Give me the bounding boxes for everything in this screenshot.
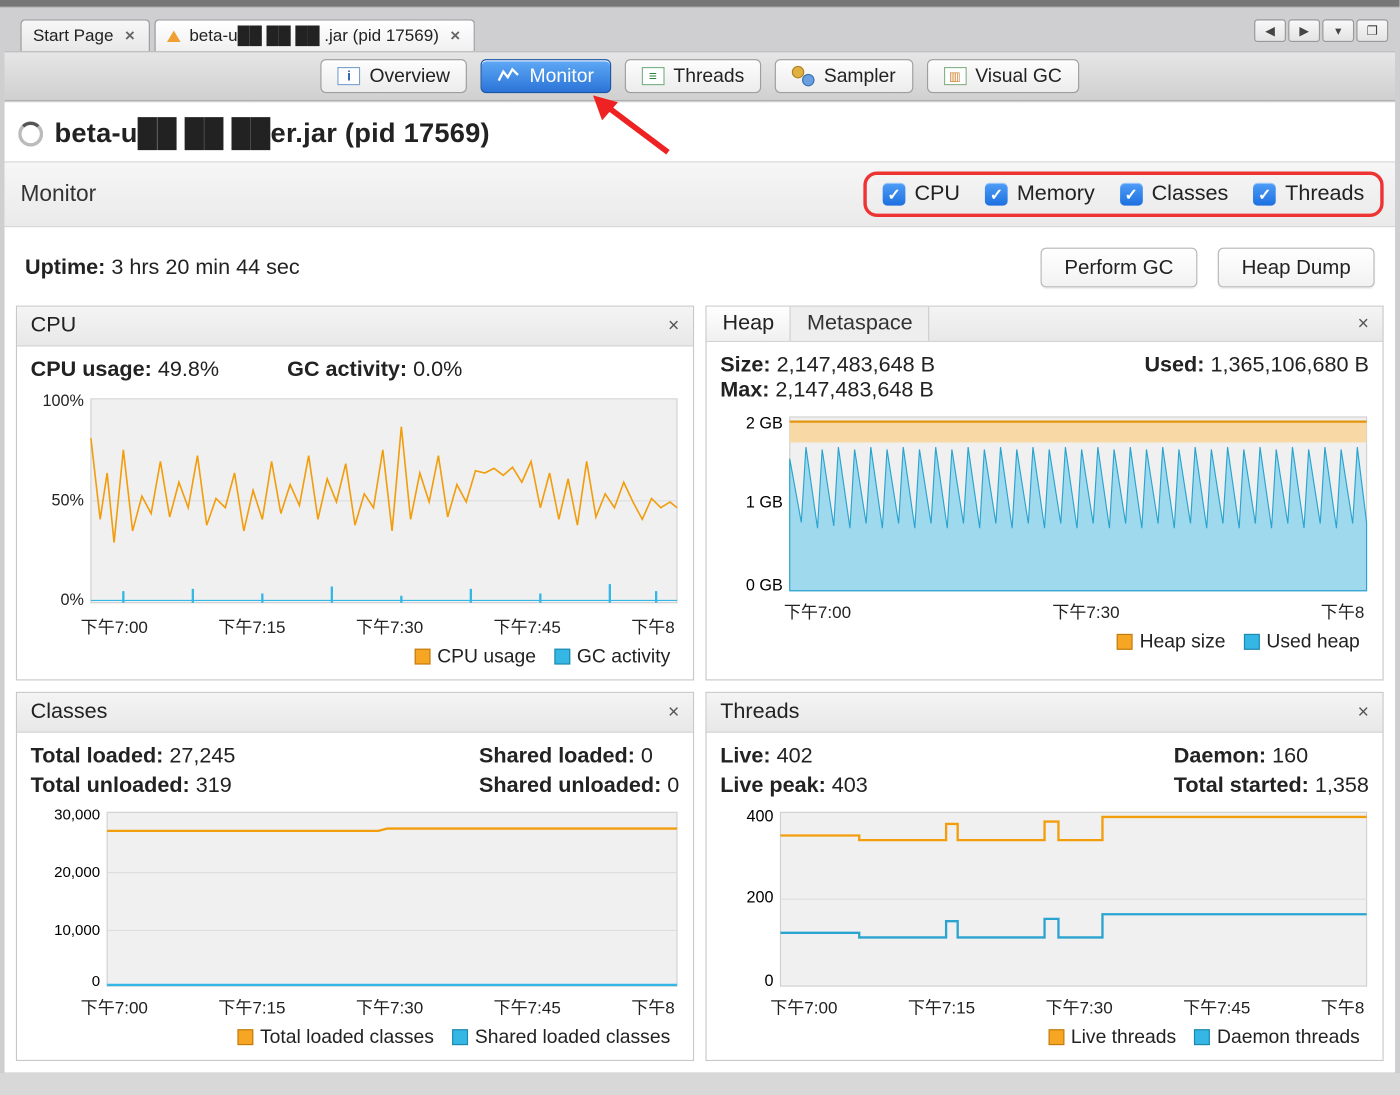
- panel-title: CPU: [31, 314, 77, 339]
- checkmark-icon: ✓: [985, 183, 1008, 206]
- threads-checkbox[interactable]: ✓ Threads: [1253, 182, 1364, 207]
- svg-text:0 GB: 0 GB: [746, 577, 783, 595]
- tab-label: Start Page: [33, 26, 114, 45]
- svg-text:20,000: 20,000: [54, 864, 100, 881]
- heap-panel: Heap Metaspace × Size: 2,147,483,648 B U…: [705, 306, 1383, 681]
- heap-subtab[interactable]: Heap: [707, 307, 792, 341]
- tab-start-page[interactable]: Start Page ×: [20, 19, 149, 51]
- svg-text:100%: 100%: [42, 392, 83, 410]
- checkmark-icon: ✓: [1253, 183, 1276, 206]
- close-icon[interactable]: ×: [1353, 701, 1373, 724]
- threads-tab-button[interactable]: Threads: [625, 59, 762, 93]
- document-tabstrip: Start Page × beta-u██ ██ ██ .jar (pid 17…: [5, 15, 1395, 51]
- sampler-tab-button[interactable]: Sampler: [775, 59, 913, 93]
- perform-gc-button[interactable]: Perform GC: [1041, 248, 1198, 288]
- cpu-checkbox[interactable]: ✓ CPU: [883, 182, 960, 207]
- svg-text:200: 200: [746, 888, 773, 906]
- page-title: beta-u██ ██ ██er.jar (pid 17569): [55, 118, 490, 150]
- visualvm-icon: [167, 30, 181, 41]
- svg-text:400: 400: [746, 807, 773, 825]
- svg-text:30,000: 30,000: [54, 807, 100, 823]
- checkmark-icon: ✓: [1120, 183, 1143, 206]
- svg-text:50%: 50%: [52, 491, 84, 509]
- visualgc-icon: [943, 67, 966, 85]
- svg-text:10,000: 10,000: [54, 922, 100, 939]
- panel-title: Threads: [720, 699, 799, 724]
- heap-dump-button[interactable]: Heap Dump: [1218, 248, 1375, 288]
- loading-icon: [18, 122, 43, 147]
- tab-label: beta-u██ ██ ██ .jar (pid 17569): [189, 26, 439, 45]
- monitor-tab-button[interactable]: Monitor: [481, 59, 611, 93]
- nav-back-button[interactable]: ◀: [1254, 19, 1286, 42]
- cpu-panel: CPU × CPU usage: 49.8% GC activity: 0.0%…: [16, 306, 694, 681]
- svg-text:0%: 0%: [61, 591, 84, 609]
- close-icon[interactable]: ×: [123, 26, 138, 45]
- svg-text:1 GB: 1 GB: [746, 493, 783, 511]
- close-icon[interactable]: ×: [448, 26, 463, 45]
- heap-chart: 2 GB 1 GB 0 GB 下午7:00 下午7:30: [720, 412, 1369, 623]
- uptime-label: Uptime: 3 hrs 20 min 44 sec: [25, 255, 300, 280]
- chart-icon: [498, 67, 521, 85]
- classes-panel: Classes × Total loaded: 27,245 Total unl…: [16, 692, 694, 1061]
- sampler-icon: [792, 66, 815, 86]
- checkmark-icon: ✓: [883, 183, 906, 206]
- metaspace-subtab[interactable]: Metaspace: [791, 307, 930, 341]
- classes-checkbox[interactable]: ✓ Classes: [1120, 182, 1229, 207]
- memory-checkbox[interactable]: ✓ Memory: [985, 182, 1095, 207]
- close-icon[interactable]: ×: [663, 315, 683, 338]
- info-icon: [338, 67, 361, 85]
- view-toolbar: Overview Monitor Threads Sampler Visual …: [5, 51, 1395, 101]
- visualgc-tab-button[interactable]: Visual GC: [926, 59, 1078, 93]
- svg-text:0: 0: [92, 973, 100, 990]
- section-title: Monitor: [20, 181, 96, 207]
- maximize-button[interactable]: ❐: [1356, 19, 1388, 42]
- threads-chart: 400 200 0 下午7:00下午7:15 下午7:30下午7:45: [720, 807, 1369, 1018]
- threads-panel: Threads × Live: 402 Live peak: 403 Daemo…: [705, 692, 1383, 1061]
- cpu-chart: 100% 50% 0%: [31, 392, 680, 638]
- panel-title: Classes: [31, 699, 108, 724]
- overview-tab-button[interactable]: Overview: [321, 59, 467, 93]
- chart-visibility-group: ✓ CPU ✓ Memory ✓ Classes ✓ Threads: [863, 172, 1383, 217]
- nav-forward-button[interactable]: ▶: [1288, 19, 1320, 42]
- close-icon[interactable]: ×: [663, 701, 683, 724]
- close-icon[interactable]: ×: [1353, 312, 1373, 335]
- svg-text:2 GB: 2 GB: [746, 415, 783, 433]
- dropdown-button[interactable]: ▾: [1322, 19, 1354, 42]
- svg-text:0: 0: [764, 972, 773, 990]
- tab-jmx-process[interactable]: beta-u██ ██ ██ .jar (pid 17569) ×: [154, 19, 475, 51]
- classes-chart: 30,000 20,000 10,000 0 下午7:0: [31, 807, 680, 1018]
- threads-icon: [642, 67, 665, 85]
